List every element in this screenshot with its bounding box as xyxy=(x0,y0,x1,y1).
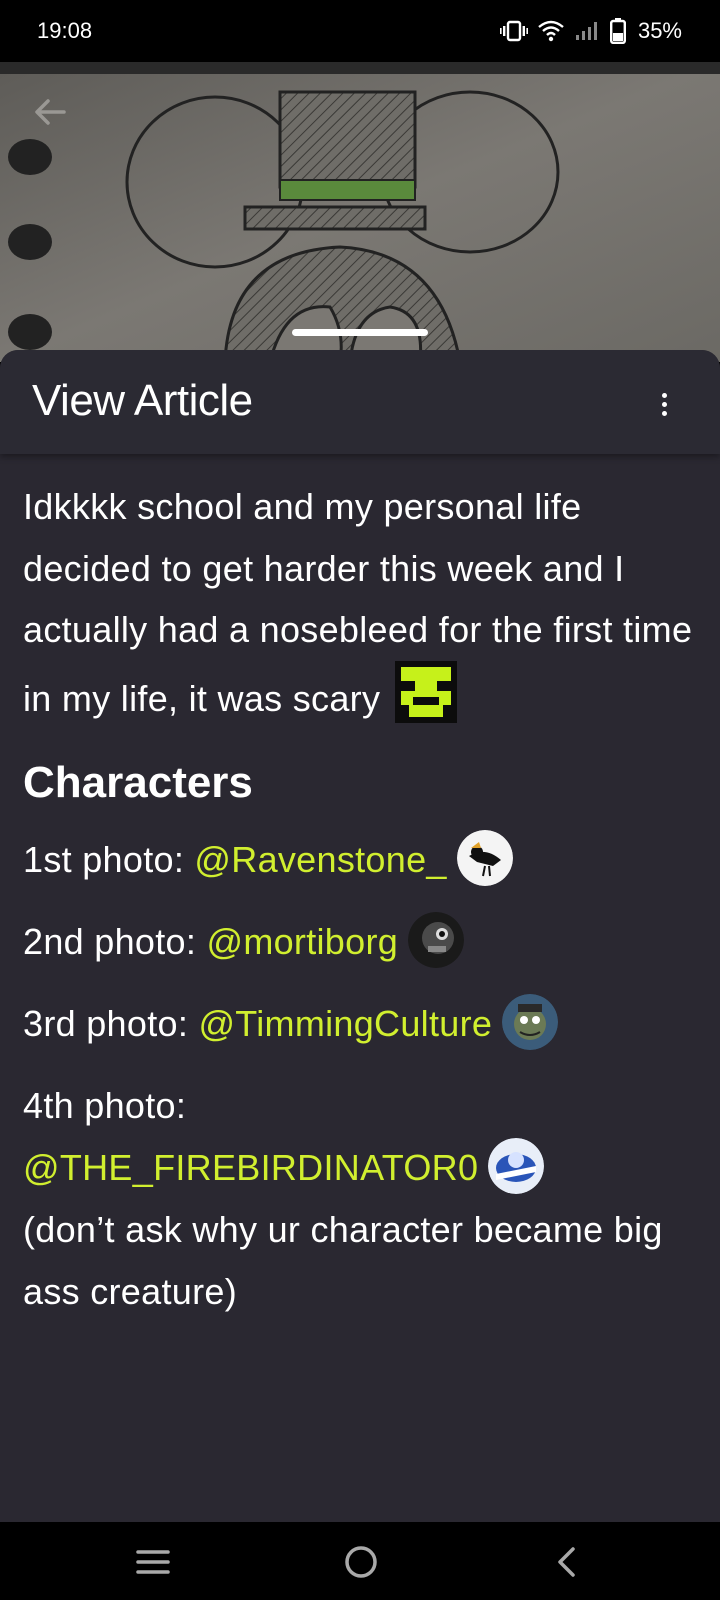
status-icons: 35% xyxy=(499,16,682,46)
more-options-icon[interactable] xyxy=(652,386,676,422)
battery-icon xyxy=(609,18,626,44)
character-line-4: 4th photo: @THE_FIREBIRDINATOR0 (don’t as… xyxy=(23,1075,696,1323)
avatar[interactable] xyxy=(456,830,513,886)
character-line-1: 1st photo: @Ravenstone_ xyxy=(23,829,696,891)
character-prefix: 4th photo: xyxy=(23,1085,187,1126)
navigation-bar xyxy=(0,1522,720,1600)
character-line-2: 2nd photo: @mortiborg xyxy=(23,911,696,973)
home-icon[interactable] xyxy=(339,1540,383,1584)
back-arrow-icon[interactable] xyxy=(30,92,70,132)
mention-link[interactable]: @mortiborg xyxy=(206,921,398,962)
characters-heading: Characters xyxy=(23,758,253,807)
mention-link[interactable]: @THE_FIREBIRDINATOR0 xyxy=(23,1147,478,1188)
page-title: View Article xyxy=(32,376,253,425)
avatar[interactable] xyxy=(502,994,559,1050)
recent-apps-icon[interactable] xyxy=(131,1540,175,1584)
character-line-3: 3rd photo: @TimmingCulture xyxy=(23,993,696,1055)
article-sheet: View Article Idkkkk school and my person… xyxy=(0,350,720,1522)
character-prefix: 1st photo: xyxy=(23,839,195,880)
character-note: (don’t ask why ur character became big a… xyxy=(23,1209,663,1312)
sheet-header: View Article xyxy=(0,350,720,454)
battery-percent: 35% xyxy=(637,18,682,43)
avatar[interactable] xyxy=(488,1138,545,1194)
wifi-icon xyxy=(538,20,564,42)
header-image xyxy=(0,62,720,362)
mention-link[interactable]: @TimmingCulture xyxy=(198,1003,492,1044)
signal-icon xyxy=(575,22,597,40)
image-pager-indicator xyxy=(292,329,428,336)
vibrate-icon xyxy=(499,20,528,42)
character-prefix: 3rd photo: xyxy=(23,1003,199,1044)
article-body-text: Idkkkk school and my personal life decid… xyxy=(23,486,693,719)
status-bar: 19:08 35% xyxy=(0,0,720,62)
square-face-emoji-icon xyxy=(394,660,457,723)
article-content: Idkkkk school and my personal life decid… xyxy=(0,454,720,1323)
article-body: Idkkkk school and my personal life decid… xyxy=(23,476,696,729)
character-prefix: 2nd photo: xyxy=(23,921,207,962)
avatar[interactable] xyxy=(408,912,465,968)
status-time: 19:08 xyxy=(37,18,93,43)
back-icon[interactable] xyxy=(546,1540,590,1584)
mention-link[interactable]: @Ravenstone_ xyxy=(194,839,446,880)
